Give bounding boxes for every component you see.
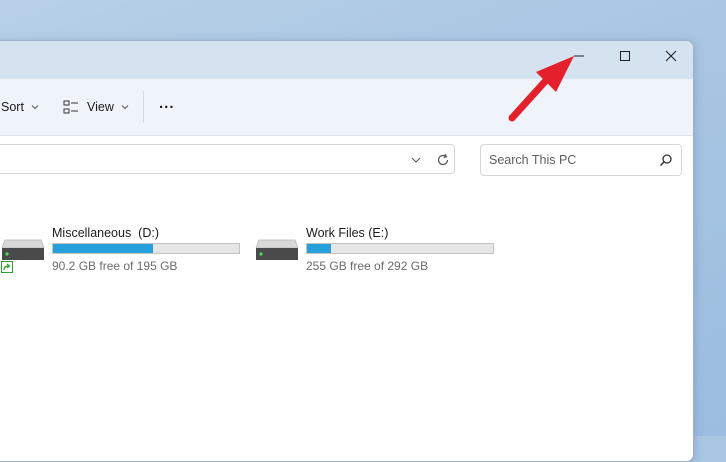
drive-usage-bar-e xyxy=(306,243,494,254)
chevron-down-icon xyxy=(31,105,39,110)
drive-usage-fill-e xyxy=(307,244,332,253)
close-icon xyxy=(665,50,677,62)
drive-name-d: Miscellaneous (D:) xyxy=(52,226,159,240)
view-label: View xyxy=(87,100,114,114)
command-bar: Sort View ... xyxy=(0,79,693,136)
drive-usage-fill-d xyxy=(53,244,154,253)
drive-free-space-e: 255 GB free of 292 GB xyxy=(306,259,429,273)
drive-free-space-d: 90.2 GB free of 195 GB xyxy=(52,259,178,273)
drive-item-d[interactable]: Miscellaneous (D:) 90.2 GB free of 195 G… xyxy=(0,182,249,273)
maximize-icon xyxy=(620,51,630,61)
address-bar[interactable] xyxy=(0,144,455,174)
file-explorer-window: Sort View ... Search This PC Miscellaneo… xyxy=(0,40,694,462)
maximize-button[interactable] xyxy=(602,41,648,71)
drives-area: Miscellaneous (D:) 90.2 GB free of 195 G… xyxy=(0,182,693,461)
hard-drive-icon xyxy=(255,239,299,260)
view-layout-icon xyxy=(63,100,78,114)
refresh-icon[interactable] xyxy=(436,153,450,167)
drive-name-e: Work Files (E:) xyxy=(306,226,389,240)
address-row: Search This PC xyxy=(0,136,693,182)
view-button[interactable]: View xyxy=(63,79,130,135)
more-options-button[interactable]: ... xyxy=(159,75,175,131)
sort-label: Sort xyxy=(1,100,24,114)
search-icon xyxy=(659,154,672,167)
more-options-icon: ... xyxy=(159,94,175,112)
chevron-down-icon xyxy=(121,105,129,110)
shortcut-arrow-icon xyxy=(1,261,13,273)
annotation-arrow-icon xyxy=(508,56,574,122)
sort-button[interactable]: Sort xyxy=(1,79,40,135)
drive-usage-bar-d xyxy=(52,243,240,254)
toolbar-divider xyxy=(143,91,144,123)
chevron-down-icon[interactable] xyxy=(410,154,422,166)
close-button[interactable] xyxy=(648,41,693,71)
drive-item-e[interactable]: Work Files (E:) 255 GB free of 292 GB xyxy=(255,182,505,273)
title-bar xyxy=(0,41,693,79)
search-box[interactable]: Search This PC xyxy=(480,144,682,176)
search-input[interactable]: Search This PC xyxy=(489,153,659,167)
